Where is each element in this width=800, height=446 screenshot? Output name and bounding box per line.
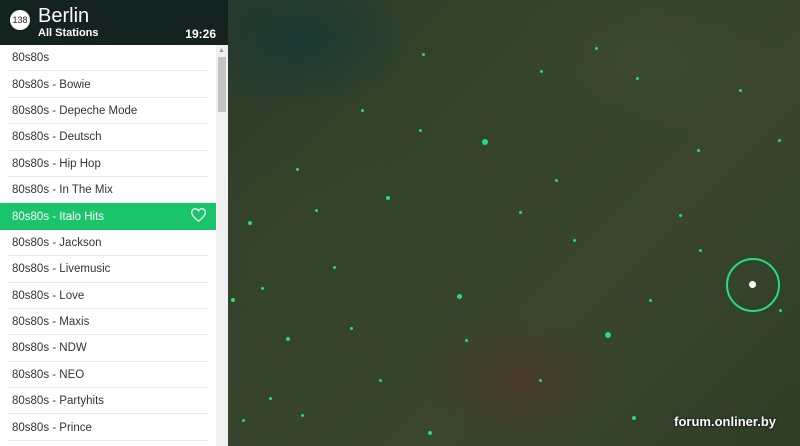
- station-name: 80s80s - Love: [12, 289, 85, 302]
- subtitle: All Stations: [38, 27, 99, 39]
- station-name: 80s80s - In The Mix: [12, 184, 113, 197]
- station-item[interactable]: 80s80s - Deutsch: [0, 124, 216, 151]
- station-name: 80s80s: [12, 52, 50, 65]
- station-dot[interactable]: [248, 221, 252, 225]
- station-name: 80s80s - Prince: [12, 421, 92, 434]
- station-dot[interactable]: [378, 378, 382, 382]
- station-item[interactable]: 80s80s - In The Mix: [0, 177, 216, 204]
- station-dot[interactable]: [696, 148, 700, 152]
- scrollbar[interactable]: ▲: [216, 45, 228, 446]
- station-item[interactable]: 80s80s - Love: [0, 283, 216, 310]
- station-dot[interactable]: [538, 378, 542, 382]
- station-name: 80s80s - Hip Hop: [12, 157, 101, 170]
- station-dot[interactable]: [286, 337, 290, 341]
- station-item[interactable]: 80s80s - Hip Hop: [0, 151, 216, 178]
- station-dot[interactable]: [678, 213, 682, 217]
- station-dot[interactable]: [518, 210, 522, 214]
- station-name: 80s80s - Deutsch: [12, 131, 102, 144]
- station-name: 80s80s - Bowie: [12, 78, 91, 91]
- header: 138 Berlin All Stations 19:26: [0, 0, 228, 45]
- station-dot[interactable]: [386, 196, 390, 200]
- local-time: 19:26: [185, 27, 216, 41]
- scrollbar-thumb[interactable]: [218, 57, 226, 112]
- station-dot[interactable]: [456, 293, 462, 299]
- station-dot[interactable]: [332, 265, 336, 269]
- station-name: 80s80s - Livemusic: [12, 263, 111, 276]
- station-dot[interactable]: [418, 128, 422, 132]
- station-name: 80s80s - Depeche Mode: [12, 104, 138, 117]
- station-dot[interactable]: [231, 298, 235, 302]
- station-dot[interactable]: [594, 46, 598, 50]
- station-dot[interactable]: [632, 416, 636, 420]
- station-item[interactable]: 80s80s - Bowie: [0, 71, 216, 99]
- station-item[interactable]: 80s80s: [0, 45, 216, 72]
- station-item[interactable]: 80s80s - Prince: [0, 414, 216, 442]
- station-name: 80s80s - Italo Hits: [12, 210, 105, 223]
- station-dot[interactable]: [572, 238, 576, 242]
- station-dot[interactable]: [648, 298, 652, 302]
- station-dot[interactable]: [778, 308, 782, 312]
- heart-icon[interactable]: [190, 208, 207, 225]
- selected-location-dot[interactable]: [749, 281, 756, 288]
- station-list: 80s80s 80s80s - Bowie 80s80s - Depeche Mod…: [0, 45, 216, 446]
- station-dot[interactable]: [349, 326, 353, 330]
- station-item[interactable]: 80s80s - Jackson: [0, 230, 216, 257]
- station-dot[interactable]: [268, 396, 272, 400]
- city-title: Berlin: [38, 5, 90, 27]
- station-dot[interactable]: [738, 88, 742, 92]
- station-item[interactable]: 80s80s - NEO: [0, 362, 216, 389]
- station-name: 80s80s - NEO: [12, 368, 85, 381]
- station-item[interactable]: 80s80s - NDW: [0, 335, 216, 363]
- station-dot[interactable]: [300, 413, 304, 417]
- station-name: 80s80s - Partyhits: [12, 395, 105, 408]
- station-count-badge: 138: [10, 10, 30, 30]
- station-dot[interactable]: [635, 76, 639, 80]
- station-item[interactable]: 80s80s - Maxis: [0, 309, 216, 336]
- station-item[interactable]: 80s80s - Livemusic: [0, 256, 216, 283]
- station-dot[interactable]: [428, 431, 432, 435]
- station-dot[interactable]: [605, 332, 611, 338]
- station-dot[interactable]: [421, 52, 425, 56]
- station-name: 80s80s - Jackson: [12, 236, 102, 249]
- scroll-up-arrow-icon[interactable]: ▲: [218, 47, 225, 54]
- station-dot[interactable]: [554, 178, 558, 182]
- station-dot[interactable]: [260, 286, 264, 290]
- station-dot[interactable]: [539, 69, 543, 73]
- station-item[interactable]: 80s80s - Depeche Mode: [0, 98, 216, 125]
- station-item[interactable]: 80s80s - Italo Hits: [0, 203, 216, 230]
- watermark: forum.onliner.by: [674, 414, 776, 429]
- station-dot[interactable]: [777, 138, 781, 142]
- station-dot[interactable]: [314, 208, 318, 212]
- station-dot[interactable]: [698, 248, 702, 252]
- station-dot[interactable]: [482, 139, 488, 145]
- station-name: 80s80s - Maxis: [12, 316, 90, 329]
- station-dot[interactable]: [241, 418, 245, 422]
- station-dot[interactable]: [360, 108, 364, 112]
- station-dot[interactable]: [464, 338, 468, 342]
- station-item[interactable]: 80s80s - Partyhits: [0, 388, 216, 415]
- station-dot[interactable]: [295, 167, 299, 171]
- station-name: 80s80s - NDW: [12, 342, 87, 355]
